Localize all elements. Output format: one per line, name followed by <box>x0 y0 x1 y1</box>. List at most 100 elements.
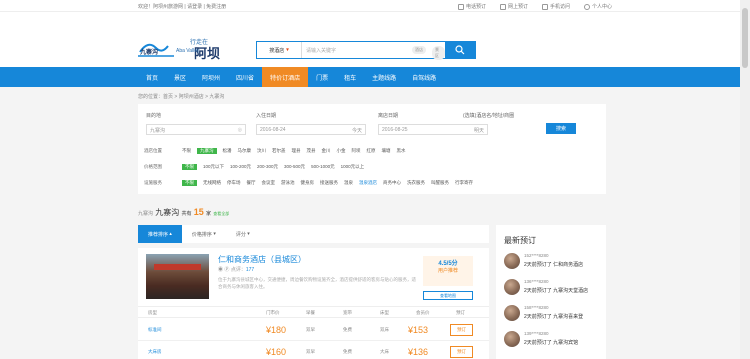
nav-sichuan[interactable]: 四川省 <box>228 67 262 87</box>
phone-booking-link[interactable]: 电话预订 <box>457 3 486 10</box>
mobile-icon <box>541 3 548 10</box>
filter-row-label: 设施服务 <box>144 180 162 185</box>
price-filter-row: 价格范围 不限 100元以下 100-200元 200-300元 300-500元 500-… <box>144 164 370 170</box>
filter-option[interactable]: 接送服务 <box>320 180 338 186</box>
filter-option[interactable]: 1000元以上 <box>341 164 365 170</box>
filter-option[interactable]: 健身房 <box>301 180 315 186</box>
booking-item[interactable]: 139****8280 2天前预订了 九寨沟宾馆 <box>504 329 604 353</box>
search-type-select[interactable]: 搜酒店 ▾ <box>257 42 302 58</box>
filter-option[interactable]: 茂县 <box>307 148 316 154</box>
filter-option[interactable]: 温泉 <box>344 180 353 186</box>
nav-hotel[interactable]: 特价订酒店 <box>262 67 309 87</box>
filter-option[interactable]: 黑水 <box>397 148 406 154</box>
filter-option[interactable]: 停车场 <box>227 180 241 186</box>
filter-option[interactable]: 汶川 <box>257 148 266 154</box>
checkout-input[interactable]: 2016-08-25 明天 <box>378 124 488 135</box>
filter-option[interactable]: 若尔盖 <box>272 148 286 154</box>
hotel-score-box: 4.5/5分 用户推荐 <box>423 256 473 286</box>
hotel-score: 4.5/5分 <box>438 261 458 267</box>
filter-option[interactable]: 红原 <box>367 148 376 154</box>
filter-option[interactable]: 金川 <box>322 148 331 154</box>
nav-aba[interactable]: 阿坝州 <box>194 67 228 87</box>
nav-self-drive[interactable]: 自驾线路 <box>404 67 444 87</box>
nav-theme-routes[interactable]: 主题线路 <box>364 67 404 87</box>
hotel-card: 仁和商务酒店（县城区） ◉ Ⓟ 点评：177 位于九寨沟县城区中心，交通便捷，周… <box>138 248 489 359</box>
nav-home[interactable]: 首页 <box>138 67 166 87</box>
search-tag-scenic[interactable]: 景区 <box>432 46 445 60</box>
search-input[interactable]: 请输入关键字 酒店 景区 <box>302 42 445 60</box>
hotel-name[interactable]: 仁和商务酒店（县城区） <box>218 254 306 265</box>
room-member-price: ¥153 <box>408 325 429 335</box>
logo-cn: 九寨沟 <box>139 48 158 56</box>
view-all-link[interactable]: 查看全部 <box>213 211 229 216</box>
avatar <box>504 305 520 321</box>
online-booking-link[interactable]: 网上预订 <box>499 3 528 10</box>
filter-option[interactable]: 商务中心 <box>383 180 401 186</box>
booking-item[interactable]: 136****8280 2天前预订了 九寨沟天堂酒店 <box>504 277 604 301</box>
sort-score[interactable]: 评分 ▾ <box>226 225 260 243</box>
sort-recommend[interactable]: 推荐排序 ▴ <box>138 225 182 243</box>
search-tag-hotel[interactable]: 酒店 <box>412 46 426 54</box>
filter-search-button[interactable]: 搜索 <box>546 123 576 134</box>
hotel-photo[interactable] <box>146 254 209 299</box>
chevron-down-icon: ▾ <box>286 47 289 53</box>
avatar <box>504 253 520 269</box>
filter-option[interactable]: 阿坝 <box>352 148 361 154</box>
wifi-icon: ◉ <box>218 267 224 273</box>
booking-item[interactable]: 158****8280 2天前预订了 九寨沟喜来登 <box>504 303 604 327</box>
filter-option[interactable]: 小金 <box>337 148 346 154</box>
nav-car[interactable]: 租车 <box>336 67 364 87</box>
booking-item[interactable]: 152****8280 2天前预订了 仁和商务酒店 <box>504 251 604 275</box>
filter-option[interactable]: 不限 <box>182 164 197 170</box>
filter-option[interactable]: 理县 <box>292 148 301 154</box>
book-button[interactable]: 预订 <box>450 346 473 358</box>
filter-option[interactable]: 300-500元 <box>284 164 305 170</box>
user-center-link[interactable]: 个人中心 <box>583 3 612 10</box>
main-nav: 首页 景区 阿坝州 四川省 特价订酒店 门票 租车 主题线路 自驾线路 <box>0 67 740 87</box>
mobile-link[interactable]: 手机访问 <box>541 3 570 10</box>
filter-option[interactable]: 温泉酒店 <box>359 180 377 186</box>
search-icon <box>455 45 465 55</box>
room-row: 标准间 ¥180 双早 免费 双床 ¥153 预订 <box>138 321 489 341</box>
nav-tickets[interactable]: 门票 <box>308 67 336 87</box>
monitor-icon <box>499 3 506 10</box>
result-count: 九寨沟 九寨沟 共有 15 家 查看全部 <box>138 207 230 217</box>
avatar <box>504 279 520 295</box>
filter-option[interactable]: 餐厅 <box>247 180 256 186</box>
filter-option[interactable]: 行李寄存 <box>455 180 473 186</box>
filter-option[interactable]: 200-300元 <box>257 164 278 170</box>
filter-option[interactable]: 100-200元 <box>230 164 251 170</box>
filter-option[interactable]: 不限 <box>182 148 191 154</box>
filter-option[interactable]: 洗衣服务 <box>407 180 425 186</box>
filter-option[interactable]: 九寨沟 <box>197 148 217 154</box>
hotel-filter-panel: 目的地 九寨沟 ◎ 入住日期 2016-08-24 今天 离店日期 2016-08-… <box>138 104 606 194</box>
page-scrollbar[interactable] <box>740 0 750 359</box>
filter-option[interactable]: 叫醒服务 <box>431 180 449 186</box>
filter-option[interactable]: 马尔康 <box>238 148 252 154</box>
site-logo[interactable]: 九寨沟 行走在 阿坝 Aba Valley <box>138 34 233 64</box>
sort-price[interactable]: 价格排序 ▾ <box>182 225 226 243</box>
checkin-input[interactable]: 2016-08-24 今天 <box>256 124 366 135</box>
nav-scenic[interactable]: 景区 <box>166 67 194 87</box>
user-icon <box>583 3 590 10</box>
filter-option[interactable]: 松潘 <box>223 148 232 154</box>
sort-bar: 推荐排序 ▴ 价格排序 ▾ 评分 ▾ <box>138 225 489 243</box>
room-name[interactable]: 标准间 <box>148 327 162 333</box>
filter-option[interactable]: 会议室 <box>262 180 276 186</box>
hotel-description: 位于九寨沟县城区中心，交通便捷，周边餐饮购物设施齐全，酒店提供舒适的客房与贴心的… <box>218 277 416 289</box>
scrollbar-thumb[interactable] <box>742 8 748 68</box>
filter-option[interactable]: 不限 <box>182 180 197 186</box>
view-map-button[interactable]: 查看地图 <box>423 291 473 300</box>
city-input[interactable]: 九寨沟 ◎ <box>146 124 246 135</box>
book-button[interactable]: 预订 <box>450 324 473 336</box>
filter-option[interactable]: 500-1000元 <box>311 164 335 170</box>
room-table-header: 房型 门市价 早餐 宽带 床型 会员价 预订 <box>138 306 489 318</box>
room-name[interactable]: 大床房 <box>148 349 162 355</box>
search-button[interactable] <box>445 42 475 58</box>
filter-option[interactable]: 无线网络 <box>203 180 221 186</box>
filter-option[interactable]: 100元以下 <box>203 164 224 170</box>
filter-option[interactable]: 壤塘 <box>382 148 391 154</box>
filter-option[interactable]: 游泳池 <box>281 180 295 186</box>
top-links: 电话预订 网上预订 手机访问 个人中心 <box>457 3 612 10</box>
latest-bookings-title: 最新预订 <box>504 236 536 245</box>
